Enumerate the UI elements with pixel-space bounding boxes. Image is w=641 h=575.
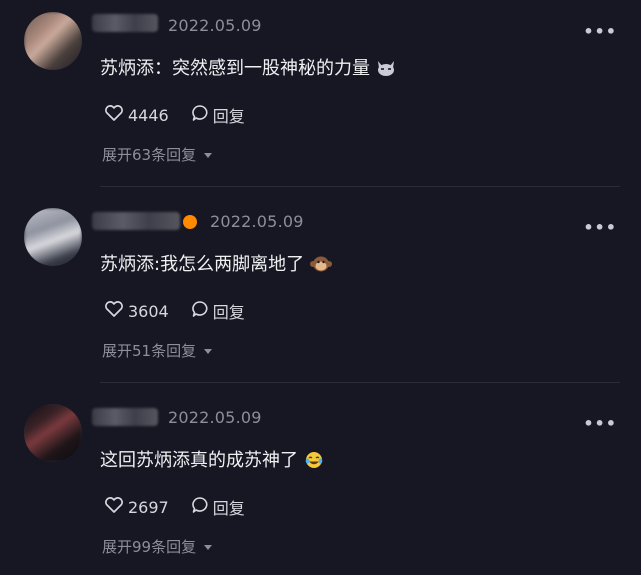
divider <box>100 186 620 187</box>
more-dots-icon[interactable]: ••• <box>583 22 617 41</box>
comment-date: 2022.05.09 <box>168 408 262 427</box>
speech-bubble-icon <box>191 496 209 518</box>
heart-icon <box>104 104 124 126</box>
caret-down-icon <box>204 349 213 354</box>
expand-replies-button[interactable]: 展开51条回复 <box>102 340 213 361</box>
speech-bubble-icon <box>191 104 209 126</box>
reply-button[interactable]: 回复 <box>191 495 245 519</box>
username[interactable] <box>92 408 158 426</box>
expand-replies-label: 展开51条回复 <box>102 342 197 360</box>
comment-text-content: 这回苏炳添真的成苏神了 <box>100 450 298 471</box>
comment-actions: 2697 回复 <box>104 495 245 519</box>
speech-bubble-icon <box>191 300 209 322</box>
comment-text: 苏炳添：突然感到一股神秘的力量 <box>100 54 396 82</box>
reply-label: 回复 <box>212 107 245 126</box>
expand-replies-label: 展开99条回复 <box>102 538 197 556</box>
reply-button[interactable]: 回复 <box>191 299 245 323</box>
vip-badge-icon <box>183 215 197 229</box>
caret-down-icon <box>204 545 213 550</box>
comment-text-content: 苏炳添：突然感到一股神秘的力量 <box>100 58 370 79</box>
like-button[interactable]: 2697 <box>104 496 169 518</box>
reply-button[interactable]: 回复 <box>191 103 245 127</box>
more-dots-icon[interactable]: ••• <box>583 218 617 237</box>
username[interactable] <box>92 14 158 32</box>
more-dots-icon[interactable]: ••• <box>583 414 617 433</box>
cat-face-emoji <box>376 59 396 82</box>
tears-of-joy-emoji <box>304 451 324 474</box>
comment-text: 这回苏炳添真的成苏神了 <box>100 446 324 474</box>
expand-replies-button[interactable]: 展开63条回复 <box>102 144 213 165</box>
like-button[interactable]: 4446 <box>104 104 169 126</box>
comment-date: 2022.05.09 <box>168 16 262 35</box>
like-button[interactable]: 3604 <box>104 300 169 322</box>
reply-label: 回复 <box>212 303 245 322</box>
comment-text: 苏炳添:我怎么两脚离地了 <box>100 250 333 278</box>
heart-icon <box>104 496 124 518</box>
username[interactable] <box>92 212 180 230</box>
divider <box>100 382 620 383</box>
heart-icon <box>104 300 124 322</box>
expand-replies-button[interactable]: 展开99条回复 <box>102 536 213 557</box>
comment-actions: 3604 回复 <box>104 299 245 323</box>
caret-down-icon <box>204 153 213 158</box>
expand-replies-label: 展开63条回复 <box>102 146 197 164</box>
reply-label: 回复 <box>212 499 245 518</box>
comment-date: 2022.05.09 <box>210 212 304 231</box>
comment-actions: 4446 回复 <box>104 103 245 127</box>
avatar[interactable] <box>24 208 82 266</box>
avatar[interactable] <box>24 404 82 462</box>
avatar[interactable] <box>24 12 82 70</box>
like-count: 2697 <box>128 497 169 517</box>
monkey-face-emoji <box>310 255 333 278</box>
comment-text-content: 苏炳添:我怎么两脚离地了 <box>100 254 305 275</box>
like-count: 4446 <box>128 105 169 125</box>
like-count: 3604 <box>128 301 169 321</box>
